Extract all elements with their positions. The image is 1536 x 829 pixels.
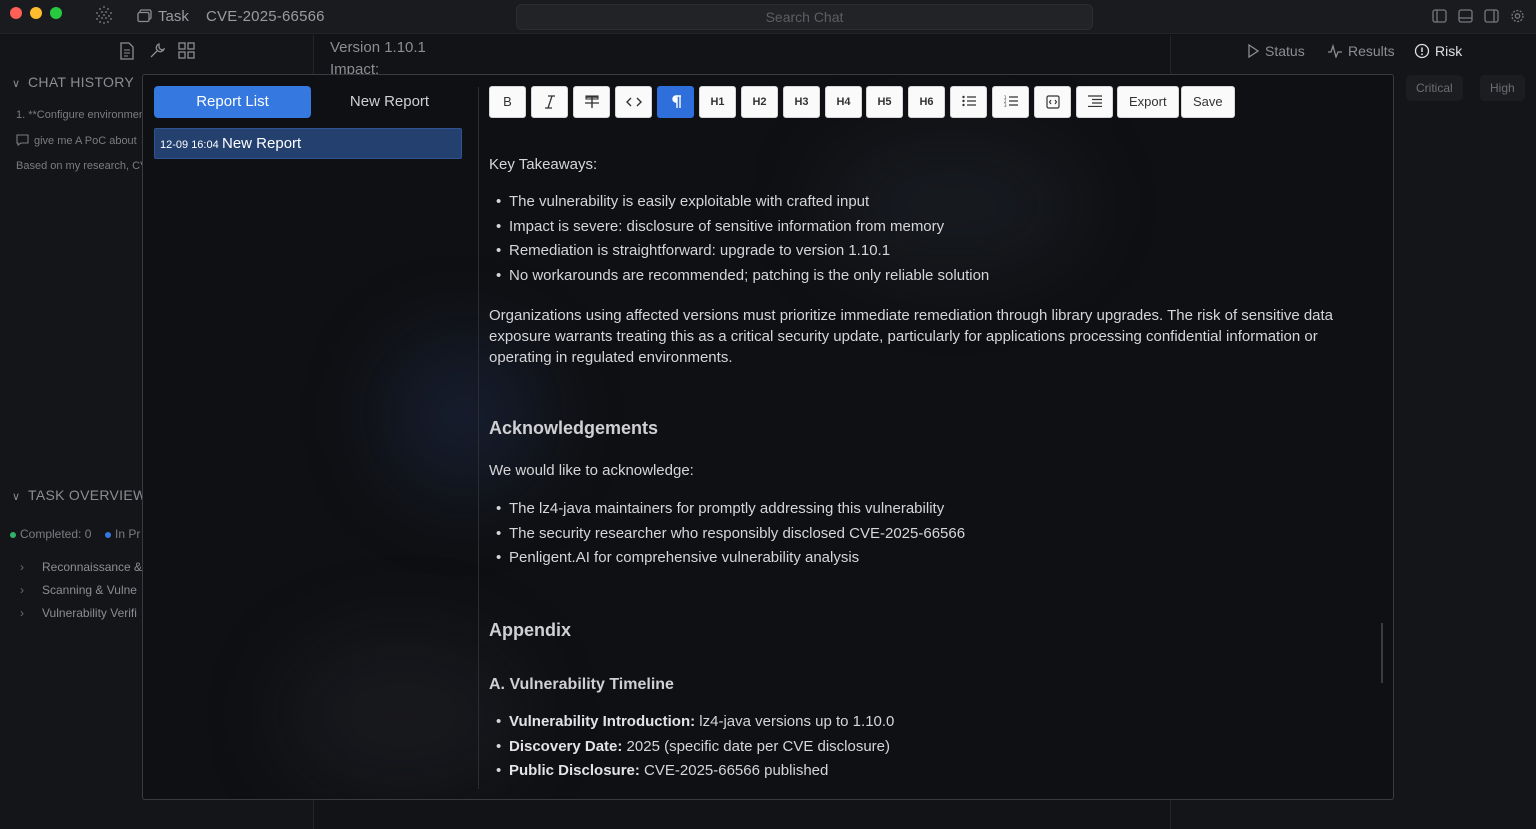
heading-6-button[interactable]: H6 — [908, 86, 945, 118]
strikethrough-icon — [584, 95, 599, 108]
acknowledgements-heading: Acknowledgements — [489, 418, 659, 438]
chat-history-item[interactable]: 1. **Configure environmen — [16, 109, 145, 121]
tab-status[interactable]: Status — [1247, 43, 1305, 59]
strikethrough-button[interactable] — [573, 86, 610, 118]
chevron-right-icon: › — [20, 583, 24, 597]
filter-chip-high[interactable]: High — [1480, 75, 1525, 101]
close-window-button[interactable] — [10, 7, 22, 19]
list-item: Discovery Date: 2025 (specific date per … — [496, 738, 890, 755]
settings-gear-icon[interactable] — [1510, 9, 1525, 23]
paragraph-icon — [671, 95, 681, 108]
export-button[interactable]: Export — [1117, 86, 1179, 118]
key-takeaways-label: Key Takeaways: — [489, 156, 598, 173]
chat-history-item[interactable]: Based on my research, CV — [16, 160, 147, 172]
heading-2-button[interactable]: H2 — [741, 86, 778, 118]
appendix-heading: Appendix — [489, 620, 572, 640]
report-name: New Report — [222, 135, 302, 152]
summary-paragraph-line: operating in regulated environments. — [489, 349, 733, 366]
play-icon — [1248, 43, 1260, 59]
report-list-tab[interactable]: Report List — [154, 86, 311, 118]
chevron-right-icon: › — [20, 606, 24, 620]
task-label: Task — [158, 8, 189, 25]
task-tree-item[interactable]: › Vulnerability Verifi — [20, 606, 137, 620]
new-report-tab[interactable]: New Report — [311, 86, 468, 118]
title-bar: Task CVE-2025-66566 Search Chat — [0, 0, 1536, 34]
list-item: The vulnerability is easily exploitable … — [496, 193, 869, 210]
italic-icon — [544, 95, 555, 109]
summary-paragraph-line: Organizations using affected versions mu… — [489, 307, 1334, 324]
completed-count: Completed: 0 — [10, 527, 91, 541]
report-list-pane: Report List New Report 12-09 16:04 New R… — [143, 75, 479, 799]
ordered-list-icon: 123 — [1004, 95, 1018, 107]
italic-button[interactable] — [531, 86, 568, 118]
alert-circle-icon — [1414, 43, 1430, 59]
in-progress-count: In Pr — [105, 527, 140, 541]
chevron-down-icon: ∨ — [12, 78, 21, 90]
heading-5-button[interactable]: H5 — [866, 86, 903, 118]
chevron-down-icon: ∨ — [12, 491, 21, 503]
activity-pulse-icon — [1328, 43, 1342, 60]
task-icon — [137, 9, 152, 23]
list-item: Penligent.AI for comprehensive vulnerabi… — [496, 549, 859, 566]
green-status-dot — [10, 531, 16, 538]
toggle-left-sidebar-icon[interactable] — [1432, 9, 1447, 23]
list-item: Public Disclosure: CVE-2025-66566 publis… — [496, 762, 828, 779]
list-item: The lz4-java maintainers for promptly ad… — [496, 500, 944, 517]
list-item: Impact is severe: disclosure of sensitiv… — [496, 218, 944, 235]
summary-paragraph-line: exposure warrants treating this as a cri… — [489, 328, 1318, 345]
search-chat-input[interactable]: Search Chat — [516, 4, 1093, 30]
report-list-item[interactable]: 12-09 16:04 New Report — [154, 128, 462, 159]
chat-bubble-icon — [16, 134, 29, 147]
version-text: Version 1.10.1 — [330, 39, 426, 56]
task-overview-header[interactable]: ∨ TASK OVERVIEW — [12, 487, 147, 503]
task-name: CVE-2025-66566 — [206, 8, 325, 25]
timeline-heading: A. Vulnerability Timeline — [489, 676, 674, 693]
bold-button[interactable]: B — [489, 86, 526, 118]
report-modal: Report List New Report 12-09 16:04 New R… — [142, 74, 1394, 800]
toggle-right-sidebar-icon[interactable] — [1484, 9, 1499, 23]
minimize-window-button[interactable] — [30, 7, 42, 19]
code-icon — [625, 97, 642, 107]
list-item: The security researcher who responsibly … — [496, 525, 965, 542]
report-date: 12-09 16:04 — [160, 139, 219, 151]
ordered-list-button[interactable]: 123 — [992, 86, 1029, 118]
tab-results[interactable]: Results — [1327, 43, 1395, 60]
indent-list-icon — [1087, 95, 1102, 107]
save-button[interactable]: Save — [1181, 86, 1235, 118]
chevron-right-icon: › — [20, 560, 24, 574]
paragraph-button[interactable] — [657, 86, 694, 118]
heading-1-button[interactable]: H1 — [699, 86, 736, 118]
bullet-list-icon — [961, 95, 976, 107]
heading-4-button[interactable]: H4 — [825, 86, 862, 118]
list-item: No workarounds are recommended; patching… — [496, 267, 989, 284]
app-logo-icon — [96, 6, 112, 24]
editor-scrollbar[interactable] — [1381, 623, 1383, 683]
filter-chip-critical[interactable]: Critical — [1406, 75, 1463, 101]
indent-button[interactable] — [1076, 86, 1113, 118]
list-item: Vulnerability Introduction: lz4-java ver… — [496, 713, 894, 730]
code-block-button[interactable] — [1034, 86, 1071, 118]
list-item: Remediation is straightforward: upgrade … — [496, 242, 890, 259]
blue-status-dot — [105, 531, 111, 538]
pane-divider — [478, 87, 479, 789]
heading-3-button[interactable]: H3 — [783, 86, 820, 118]
svg-text:3: 3 — [1004, 103, 1007, 107]
maximize-window-button[interactable] — [50, 7, 62, 19]
wrench-icon[interactable] — [148, 42, 166, 60]
inline-code-button[interactable] — [615, 86, 652, 118]
tab-risk[interactable]: Risk — [1414, 43, 1462, 59]
grid-apps-icon[interactable] — [178, 42, 195, 59]
document-icon[interactable] — [119, 42, 135, 60]
acknowledgements-intro: We would like to acknowledge: — [489, 462, 694, 479]
code-block-icon — [1045, 95, 1060, 109]
chat-history-header[interactable]: ∨ CHAT HISTORY — [12, 74, 134, 90]
task-tree-item[interactable]: › Reconnaissance & — [20, 560, 142, 574]
bullet-list-button[interactable] — [950, 86, 987, 118]
task-tree-item[interactable]: › Scanning & Vulne — [20, 583, 137, 597]
chat-history-item[interactable]: give me A PoC about — [16, 134, 137, 147]
report-editor[interactable]: Key Takeaways: The vulnerability is easi… — [489, 135, 1369, 795]
toggle-bottom-panel-icon[interactable] — [1458, 9, 1473, 23]
